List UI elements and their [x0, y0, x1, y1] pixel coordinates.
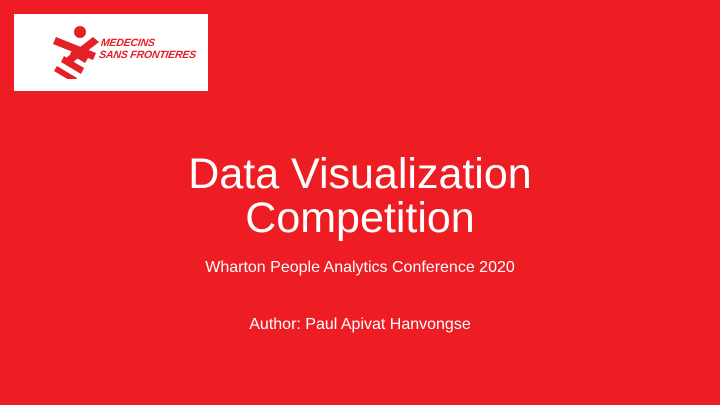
logo-line-1: MEDECINS	[100, 37, 156, 49]
slide-title: Data Visualization Competition	[0, 152, 720, 240]
title-line-1: Data Visualization	[188, 150, 532, 198]
logo-line-2: SANS FRONTIERES	[98, 48, 197, 61]
slide-subtitle: Wharton People Analytics Conference 2020	[205, 259, 515, 276]
msf-logo-text: MEDECINS SANS FRONTIERES	[98, 37, 205, 61]
msf-logo: MEDECINS SANS FRONTIERES	[14, 14, 208, 91]
slide-author: Author: Paul Apivat Hanvongse	[249, 316, 471, 333]
presentation-slide: MEDECINS SANS FRONTIERES Data Visualizat…	[0, 0, 720, 405]
msf-running-man-icon	[53, 26, 99, 79]
title-line-2: Competition	[245, 194, 475, 242]
